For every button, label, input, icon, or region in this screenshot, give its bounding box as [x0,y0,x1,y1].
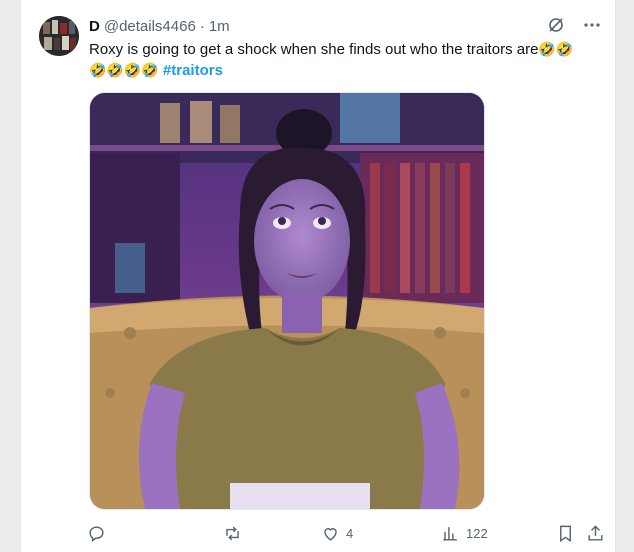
separator-dot: · [199,17,205,35]
reply-button[interactable] [87,520,112,546]
tweet-header: D @details4466 · 1m [89,16,230,36]
tweet-text: Roxy is going to get a shock when she fi… [89,39,599,81]
share-icon [586,524,605,543]
grok-icon[interactable] [547,16,565,34]
tweet-actions: 4 122 [81,520,611,546]
views-icon [441,524,460,543]
like-icon [321,524,340,543]
tweet-body: Roxy is going to get a shock when she fi… [89,41,539,58]
more-icon[interactable] [583,16,601,34]
like-count: 4 [346,525,354,541]
user-handle[interactable]: @details4466 [104,18,196,35]
tweet-media-image[interactable] [89,92,485,510]
views-button[interactable]: 122 [441,520,488,546]
bookmark-button[interactable] [556,520,575,546]
bookmark-icon [556,524,575,543]
retweet-button[interactable] [223,520,248,546]
header-actions [547,16,601,34]
tweet-card[interactable]: D @details4466 · 1m Roxy is going to get… [20,0,616,552]
timestamp[interactable]: 1m [209,18,230,35]
laughing-emoji-group: 🤣🤣 [538,41,574,57]
like-button[interactable]: 4 [321,520,353,546]
hashtag-link[interactable]: #traitors [163,62,223,79]
avatar[interactable] [39,16,79,56]
retweet-icon [223,524,242,543]
laughing-emoji-group-2: 🤣🤣🤣🤣 [89,62,159,78]
reply-icon [87,524,106,543]
views-count: 122 [466,525,488,541]
display-name[interactable]: D [89,18,100,35]
share-button[interactable] [586,520,605,546]
